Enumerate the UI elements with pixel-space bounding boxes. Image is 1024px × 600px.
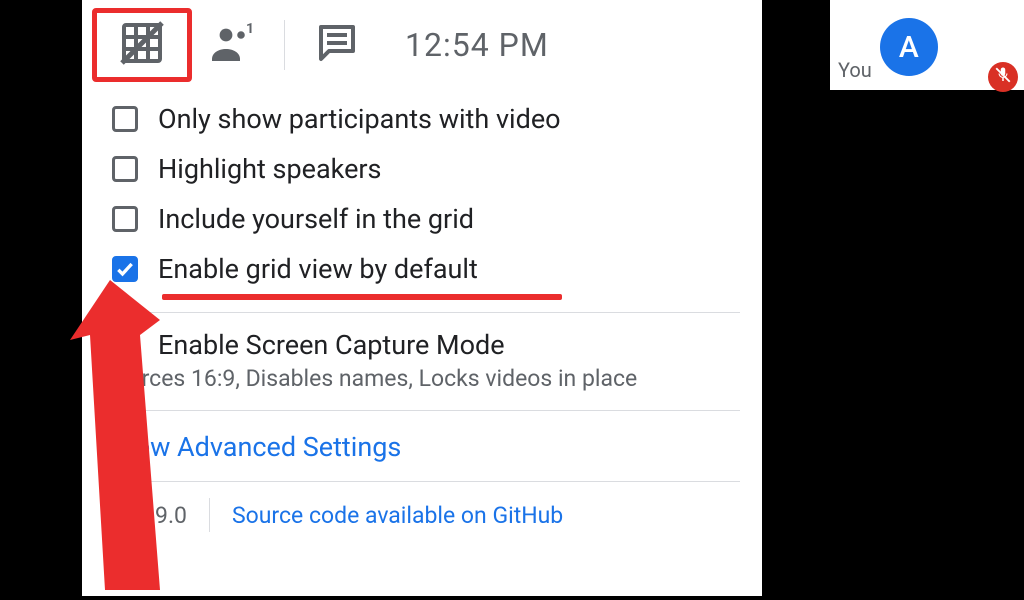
advanced-section: View Advanced Settings xyxy=(82,411,762,463)
clock: 12:54 PM xyxy=(405,26,549,64)
checkbox-only-video[interactable] xyxy=(112,106,138,132)
footer-divider xyxy=(209,498,210,532)
option-label: Only show participants with video xyxy=(158,103,561,135)
screen-capture-subtitle: Forces 16:9, Disables names, Locks video… xyxy=(112,365,740,392)
avatar: A xyxy=(880,18,938,76)
option-only-video[interactable]: Only show participants with video xyxy=(112,94,740,144)
option-screen-capture[interactable]: Enable Screen Capture Mode xyxy=(112,325,740,365)
option-label: Highlight speakers xyxy=(158,153,381,185)
chat-icon xyxy=(313,19,361,71)
option-label: Include yourself in the grid xyxy=(158,203,474,235)
options-list: Only show participants with video Highli… xyxy=(82,90,762,294)
you-label: You xyxy=(838,58,872,82)
option-include-yourself[interactable]: Include yourself in the grid xyxy=(112,194,740,244)
annotation-underline xyxy=(162,294,562,300)
footer: v1.39.0 Source code available on GitHub xyxy=(82,482,762,532)
view-advanced-settings-link[interactable]: View Advanced Settings xyxy=(112,431,401,463)
checkbox-screen-capture[interactable] xyxy=(112,332,138,358)
muted-indicator xyxy=(988,62,1018,92)
version-text: v1.39.0 xyxy=(112,502,187,529)
people-icon: 1 xyxy=(208,19,256,71)
toolbar-divider xyxy=(284,20,285,70)
option-label: Enable grid view by default xyxy=(158,253,478,285)
top-bar: 1 12:54 PM xyxy=(82,0,762,90)
self-tile: You A xyxy=(830,0,1024,90)
participants-button[interactable]: 1 xyxy=(192,10,272,80)
option-highlight-speakers[interactable]: Highlight speakers xyxy=(112,144,740,194)
checkbox-include-yourself[interactable] xyxy=(112,206,138,232)
chat-button[interactable] xyxy=(297,10,377,80)
svg-text:1: 1 xyxy=(246,21,254,37)
source-code-link[interactable]: Source code available on GitHub xyxy=(232,502,563,529)
checkbox-enable-grid-default[interactable] xyxy=(112,256,138,282)
mic-off-icon xyxy=(994,66,1012,88)
checkbox-highlight-speakers[interactable] xyxy=(112,156,138,182)
screen-capture-section: Enable Screen Capture Mode Forces 16:9, … xyxy=(82,313,762,392)
option-label: Enable Screen Capture Mode xyxy=(158,329,505,361)
settings-panel: 1 12:54 PM Only show participants with v… xyxy=(82,0,762,596)
grid-view-toggle-button[interactable] xyxy=(92,8,192,82)
option-enable-grid-default[interactable]: Enable grid view by default xyxy=(112,244,740,294)
grid-off-icon xyxy=(118,19,166,71)
